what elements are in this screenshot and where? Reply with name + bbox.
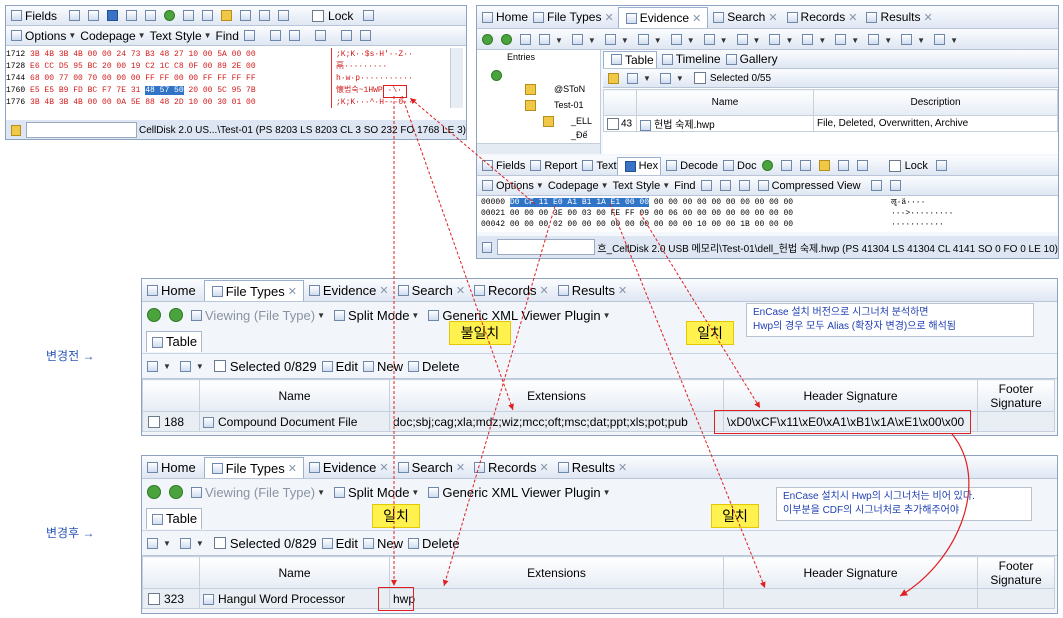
arrow [899, 433, 970, 597]
arrow [609, 203, 766, 589]
arrow [639, 212, 761, 409]
arrow [409, 97, 536, 205]
annotation-arrows [391, 95, 970, 597]
arrow [401, 95, 514, 411]
